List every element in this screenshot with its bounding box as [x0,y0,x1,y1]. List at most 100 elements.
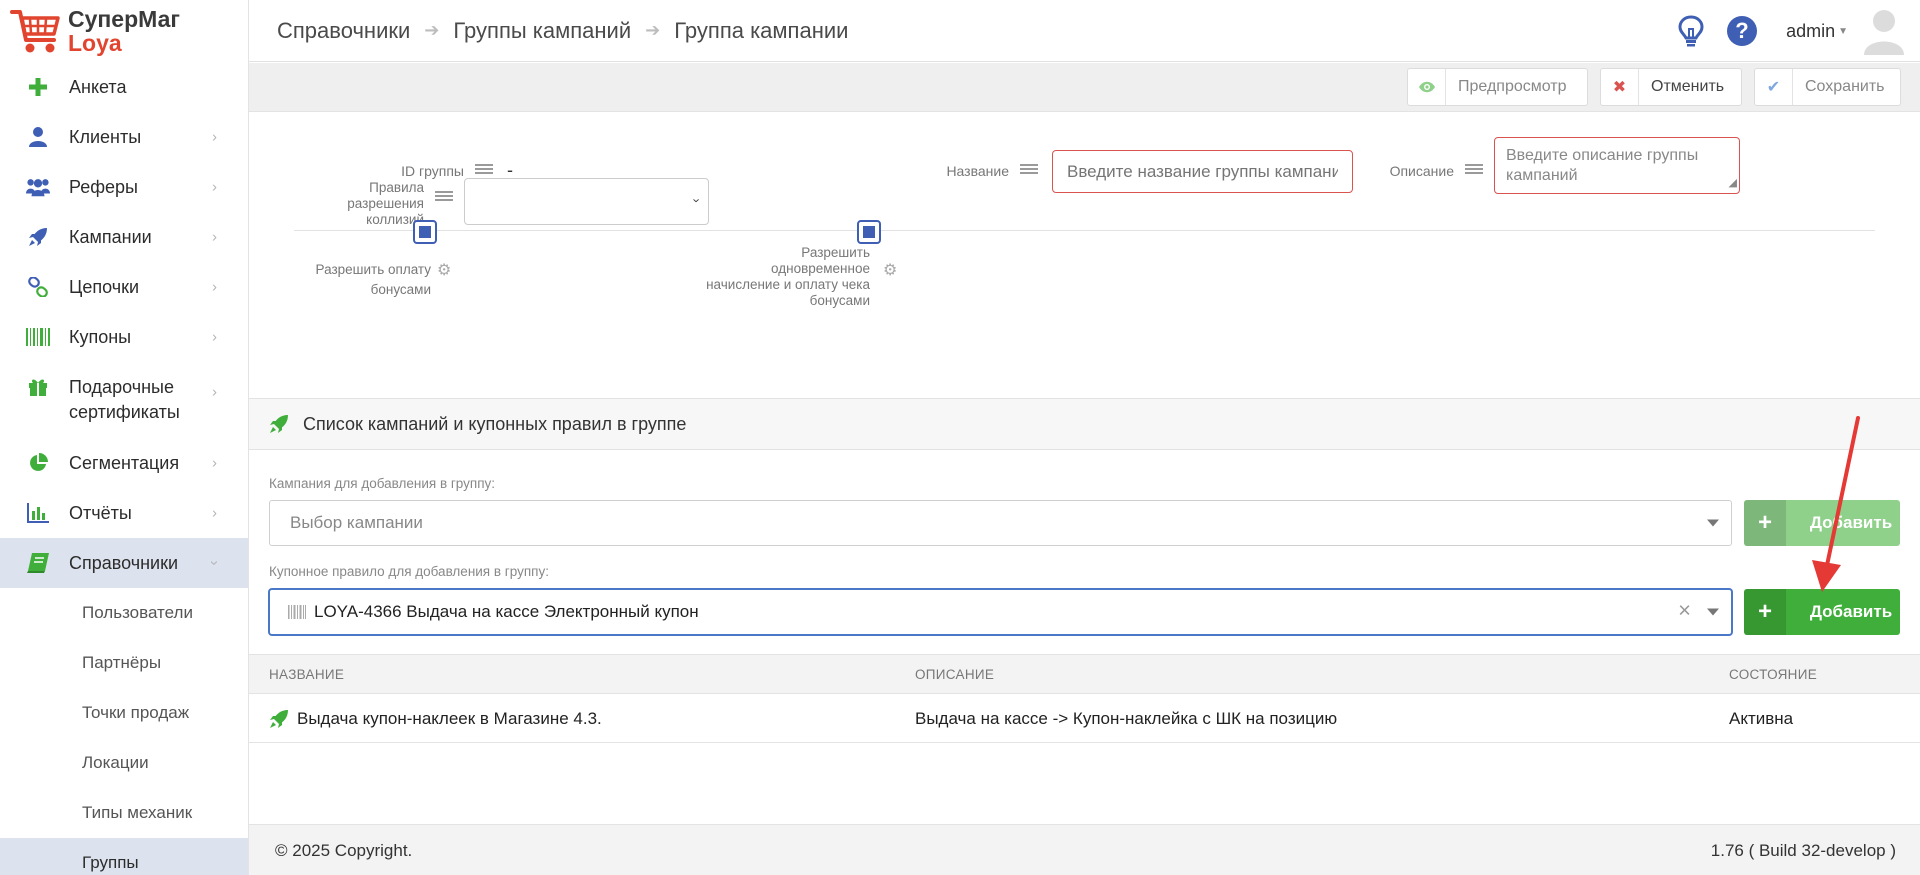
sidebar-item-anketa[interactable]: Анкета [0,62,248,112]
row-status: Активна [1729,709,1794,728]
header: Справочники ➔ Группы кампаний ➔ Группа к… [249,0,1920,62]
breadcrumb-item-directories[interactable]: Справочники [277,18,410,44]
description-placeholder: Введите описание группы кампаний [1506,147,1699,184]
sidebar-item-label: Купоны [69,326,132,347]
sidebar-subitem-partners[interactable]: Партнёры [0,638,248,688]
rocket-icon [270,415,288,433]
sidebar-subitem-locations[interactable]: Локации [0,738,248,788]
gear-icon: ⚙ [883,262,898,279]
campaign-select[interactable]: Выбор кампании [269,500,1732,546]
sidebar-item-chains[interactable]: Цепочки › [0,262,248,312]
eye-icon [1408,69,1446,105]
sidebar-item-label: Реферы [69,176,138,197]
sidebar-subitem-label: Типы механик [82,803,193,822]
column-header-status[interactable]: СОСТОЯНИЕ [1729,667,1817,682]
chevron-right-icon: › [212,128,217,146]
column-header-name[interactable]: НАЗВАНИЕ [269,667,344,682]
breadcrumb: Справочники ➔ Группы кампаний ➔ Группа к… [277,18,848,44]
sidebar-item-label: Отчёты [69,502,132,523]
campaign-select-label: Кампания для добавления в группу: [269,476,496,491]
sidebar-item-gift-certificates[interactable]: Подарочные сертификаты › [0,362,248,438]
preview-button[interactable]: Предпросмотр [1407,68,1588,106]
app-title: СуперМаг [68,6,180,32]
cancel-button[interactable]: ✖ Отменить [1600,68,1742,106]
chevron-down-icon: › [689,198,705,203]
chevron-right-icon: › [212,178,217,196]
breadcrumb-item-campaign-groups[interactable]: Группы кампаний [453,18,631,44]
sidebar-item-segmentation[interactable]: Сегментация › [0,438,248,488]
allow-simultaneous-checkbox[interactable] [857,220,881,244]
app-subtitle: Loya [68,30,122,56]
breadcrumb-item-campaign-group: Группа кампании [674,17,849,43]
list-icon [1465,164,1483,178]
sidebar-item-directories[interactable]: Справочники › [0,538,248,588]
sidebar-subitem-users[interactable]: Пользователи [0,588,248,638]
add-coupon-button[interactable]: + Добавить [1744,589,1900,635]
collision-label: Правила разрешения коллизий [347,180,424,227]
plus-icon [26,75,50,99]
sidebar-item-reports[interactable]: Отчёты › [0,488,248,538]
coupon-select[interactable]: LOYA-4366 Выдача на кассе Электронный ку… [269,589,1732,635]
help-icon[interactable]: ? [1726,15,1758,47]
sidebar-subitem-points-of-sale[interactable]: Точки продаж [0,688,248,738]
row-name[interactable]: Выдача купон-наклеек в Магазине 4.3. [297,709,602,729]
sidebar-item-label: Подарочные сертификаты [69,377,180,422]
caret-down-icon [1707,608,1719,616]
clear-icon[interactable]: × [1678,598,1691,624]
gear-icon: ⚙ [437,262,452,279]
list-icon [475,164,493,178]
add-campaign-label: Добавить [1809,513,1893,532]
logo[interactable]: СуперМаг Loya [0,0,248,63]
chevron-right-icon: › [212,278,217,296]
add-campaign-button[interactable]: + Добавить [1744,500,1900,546]
bar-chart-icon [26,501,50,525]
sidebar-subitem-groups[interactable]: Группы [0,838,248,875]
barcode-icon [26,325,50,349]
sidebar-item-coupons[interactable]: Купоны › [0,312,248,362]
save-button[interactable]: ✔ Сохранить [1754,68,1901,106]
plus-icon: + [1744,589,1786,635]
check-icon: ✔ [1755,69,1793,105]
sidebar-item-label: Анкета [69,76,127,97]
table-header: НАЗВАНИЕ ОПИСАНИЕ СОСТОЯНИЕ [249,654,1920,694]
rocket-icon [270,710,288,728]
preview-label: Предпросмотр [1458,78,1567,95]
list-icon [1020,164,1038,178]
sidebar-subitem-label: Точки продаж [82,703,190,722]
table-row[interactable]: Выдача купон-наклеек в Магазине 4.3. Выд… [249,694,1920,743]
user-menu[interactable]: admin [1786,21,1835,42]
coupon-select-label: Купонное правило для добавления в группу… [269,564,549,579]
footer: © 2025 Copyright. 1.76 ( Build 32-develo… [249,824,1920,875]
cancel-label: Отменить [1651,78,1725,95]
sidebar-item-referrers[interactable]: Реферы › [0,162,248,212]
plus-icon: + [1744,500,1786,546]
barcode-icon [288,605,306,619]
sidebar-item-label: Цепочки [69,276,139,297]
copyright: © 2025 Copyright. [275,841,413,860]
campaign-select-placeholder: Выбор кампании [290,513,423,532]
collision-select[interactable]: › [464,178,709,225]
description-field[interactable]: Введите описание группы кампаний ◢ [1494,137,1740,194]
chevron-down-icon: › [206,560,223,566]
add-coupon-label: Добавить [1809,602,1893,621]
allow-simultaneous-label: Разрешить одновременное начисление и опл… [706,245,870,308]
book-icon [26,551,50,575]
section-header: Список кампаний и купонных правил в груп… [249,398,1920,450]
column-header-description[interactable]: ОПИСАНИЕ [915,667,994,682]
sidebar-subitem-label: Пользователи [82,603,193,622]
pie-chart-icon [26,451,50,475]
close-icon: ✖ [1601,69,1639,105]
sidebar-subitem-mechanic-types[interactable]: Типы механик [0,788,248,838]
chevron-right-icon: › [212,328,217,346]
sidebar-item-clients[interactable]: Клиенты › [0,112,248,162]
resize-handle-icon: ◢ [1728,177,1737,189]
name-label: Название [946,163,1009,179]
header-actions: ? admin ▼ [1678,0,1906,62]
sidebar-item-campaigns[interactable]: Кампании › [0,212,248,262]
allow-bonus-checkbox[interactable] [413,220,437,244]
avatar[interactable] [1862,7,1906,55]
group-form: ID группы - Название Описание Введите оп… [249,113,1920,398]
sidebar-item-label: Кампании [69,226,152,247]
save-label: Сохранить [1805,78,1885,95]
lightbulb-icon[interactable] [1678,15,1704,47]
